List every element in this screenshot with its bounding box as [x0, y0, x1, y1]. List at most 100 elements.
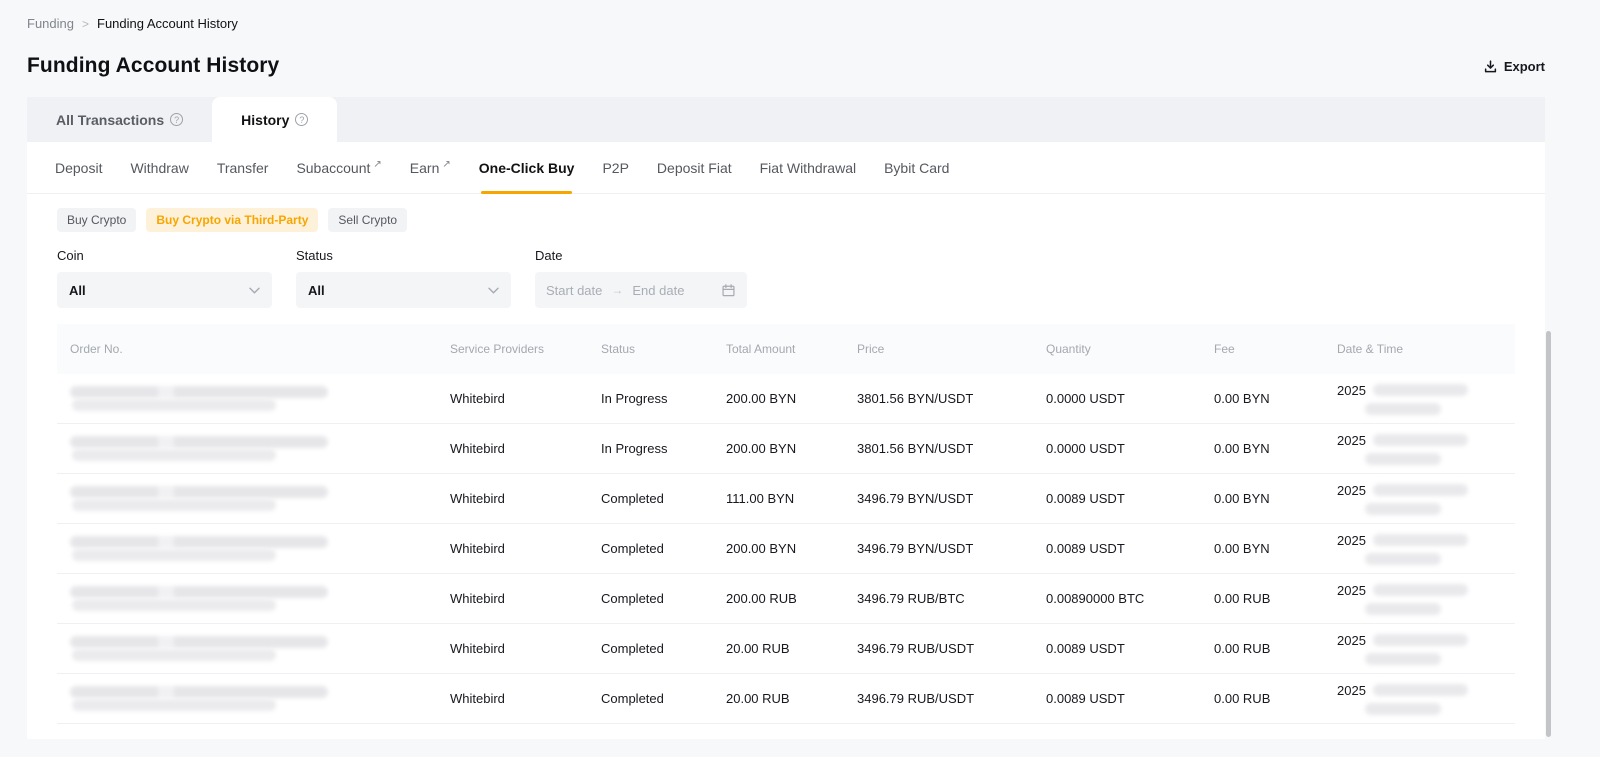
subtab-one-click-buy[interactable]: One-Click Buy — [479, 142, 575, 193]
chevron-down-icon — [249, 287, 260, 294]
vertical-scrollbar[interactable] — [1546, 331, 1551, 737]
date-filter-label: Date — [535, 248, 747, 263]
redacted-date — [1373, 384, 1468, 396]
column-header-fee: Fee — [1201, 342, 1324, 356]
transactions-table: Order No.Service ProvidersStatusTotal Am… — [57, 324, 1515, 724]
subtab-deposit-fiat[interactable]: Deposit Fiat — [657, 142, 732, 193]
date-time-cell: 2025 — [1324, 633, 1515, 665]
coin-select[interactable]: All — [57, 272, 272, 308]
subtab-subaccount[interactable]: Subaccount — [296, 142, 381, 193]
total-amount-cell: 20.00 RUB — [713, 641, 844, 656]
tab-label: History — [241, 112, 289, 128]
main-tab-bar: All Transactions History — [27, 97, 1545, 142]
subtab-deposit[interactable]: Deposit — [55, 142, 102, 193]
subtab-p2p[interactable]: P2P — [602, 142, 628, 193]
status-cell: Completed — [588, 691, 713, 706]
status-filter-label: Status — [296, 248, 511, 263]
subtab-label: Transfer — [217, 160, 269, 176]
chip-buy-crypto[interactable]: Buy Crypto — [57, 208, 136, 232]
subtab-fiat-withdrawal[interactable]: Fiat Withdrawal — [760, 142, 856, 193]
table-row: WhitebirdCompleted200.00 BYN3496.79 BYN/… — [57, 524, 1515, 574]
breadcrumb-separator-icon — [82, 17, 89, 31]
fee-cell: 0.00 BYN — [1201, 391, 1324, 406]
arrow-right-icon: → — [611, 283, 623, 297]
subtab-bybit-card[interactable]: Bybit Card — [884, 142, 949, 193]
subtab-transfer[interactable]: Transfer — [217, 142, 269, 193]
price-cell: 3496.79 RUB/BTC — [844, 591, 1033, 606]
subtab-withdraw[interactable]: Withdraw — [130, 142, 188, 193]
fee-cell: 0.00 RUB — [1201, 641, 1324, 656]
fee-cell: 0.00 RUB — [1201, 591, 1324, 606]
coin-select-value: All — [69, 283, 86, 298]
coin-filter: Coin All — [57, 248, 272, 308]
date-time-cell: 2025 — [1324, 533, 1515, 565]
subtab-label: One-Click Buy — [479, 160, 575, 176]
column-header-date-time: Date & Time — [1324, 342, 1515, 356]
history-subnav: Deposit Withdraw Transfer Subaccount Earn One… — [27, 142, 1545, 194]
redacted-time — [1365, 503, 1441, 515]
filter-chips: Buy Crypto Buy Crypto via Third-Party Sell… — [57, 208, 1545, 232]
date-range-picker[interactable]: Start date → End date — [535, 272, 747, 308]
table-row: WhitebirdCompleted111.00 BYN3496.79 BYN/… — [57, 474, 1515, 524]
info-icon[interactable] — [170, 113, 183, 126]
external-link-icon — [373, 159, 381, 170]
status-cell: Completed — [588, 491, 713, 506]
calendar-icon[interactable] — [721, 283, 736, 298]
date-year: 2025 — [1337, 433, 1366, 448]
price-cell: 3496.79 BYN/USDT — [844, 491, 1033, 506]
redacted-date — [1373, 634, 1468, 646]
redacted-order-no — [70, 585, 328, 612]
date-year: 2025 — [1337, 383, 1366, 398]
date-year: 2025 — [1337, 533, 1366, 548]
total-amount-cell: 200.00 BYN — [713, 541, 844, 556]
subtab-label: Fiat Withdrawal — [760, 160, 856, 176]
chevron-down-icon — [488, 287, 499, 294]
tab-label: All Transactions — [56, 112, 164, 128]
date-year: 2025 — [1337, 683, 1366, 698]
info-icon[interactable] — [295, 113, 308, 126]
date-time-cell: 2025 — [1324, 383, 1515, 415]
price-cell: 3496.79 RUB/USDT — [844, 641, 1033, 656]
redacted-order-no — [70, 685, 328, 712]
redacted-bar — [72, 499, 276, 511]
status-select-value: All — [308, 283, 325, 298]
coin-filter-label: Coin — [57, 248, 272, 263]
redacted-bar — [70, 386, 328, 398]
redacted-bar — [72, 599, 276, 611]
chip-sell-crypto[interactable]: Sell Crypto — [328, 208, 407, 232]
order-no-cell — [57, 535, 437, 562]
end-date-placeholder[interactable]: End date — [632, 283, 684, 298]
redacted-order-no — [70, 535, 328, 562]
date-line: 2025 — [1337, 583, 1515, 598]
order-no-cell — [57, 635, 437, 662]
date-time-cell: 2025 — [1324, 483, 1515, 515]
order-no-cell — [57, 435, 437, 462]
table-row: WhitebirdCompleted20.00 RUB3496.79 RUB/U… — [57, 674, 1515, 724]
provider-cell: Whitebird — [437, 641, 588, 656]
column-header-service-providers: Service Providers — [437, 342, 588, 356]
redacted-bar — [72, 399, 276, 411]
start-date-placeholder[interactable]: Start date — [546, 283, 602, 298]
date-time-cell: 2025 — [1324, 583, 1515, 615]
status-cell: In Progress — [588, 391, 713, 406]
export-button[interactable]: Export — [1483, 59, 1545, 74]
price-cell: 3801.56 BYN/USDT — [844, 441, 1033, 456]
price-cell: 3801.56 BYN/USDT — [844, 391, 1033, 406]
redacted-time — [1365, 453, 1441, 465]
fee-cell: 0.00 BYN — [1201, 441, 1324, 456]
tab-all-transactions[interactable]: All Transactions — [27, 97, 212, 142]
chip-buy-crypto-via-third-party[interactable]: Buy Crypto via Third-Party — [146, 208, 318, 232]
provider-cell: Whitebird — [437, 541, 588, 556]
redacted-time — [1365, 703, 1441, 715]
tab-history[interactable]: History — [212, 97, 337, 142]
status-select[interactable]: All — [296, 272, 511, 308]
price-cell: 3496.79 BYN/USDT — [844, 541, 1033, 556]
subtab-label: Subaccount — [296, 160, 370, 176]
subtab-earn[interactable]: Earn — [410, 142, 451, 193]
provider-cell: Whitebird — [437, 491, 588, 506]
breadcrumb-funding[interactable]: Funding — [27, 16, 74, 31]
redacted-bar — [70, 436, 328, 448]
date-line: 2025 — [1337, 683, 1515, 698]
order-no-cell — [57, 685, 437, 712]
date-filter: Date Start date → End date — [535, 248, 747, 308]
